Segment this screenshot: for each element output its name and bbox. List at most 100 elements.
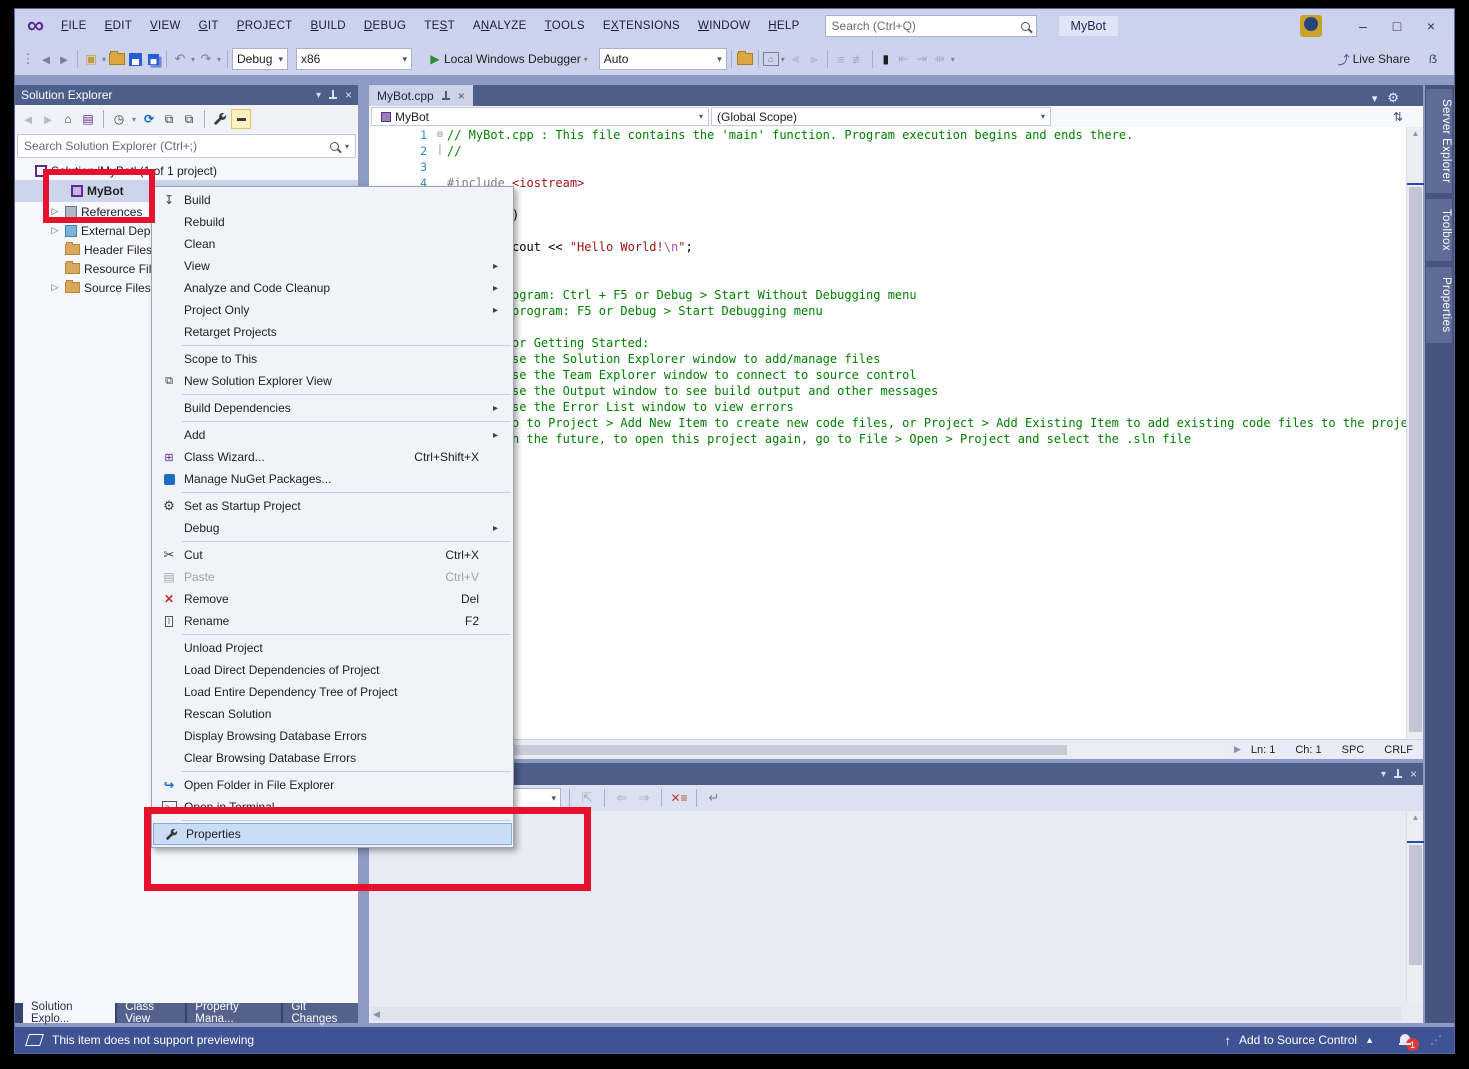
se-show-all-files-icon[interactable]: ⧉	[180, 110, 198, 128]
comment-icon[interactable]: ≡	[832, 50, 850, 68]
pin-icon[interactable]	[329, 90, 337, 100]
line-indent-decrease-icon[interactable]: ⫷	[787, 50, 805, 68]
redo-icon[interactable]: ↷	[197, 50, 215, 68]
panel-tab-git-changes[interactable]: Git Changes	[283, 1003, 358, 1023]
context-menu-item-view[interactable]: View▸	[152, 255, 513, 277]
se-sync-icon[interactable]: ⟳	[140, 110, 158, 128]
output-pin-icon[interactable]	[1394, 769, 1402, 779]
start-debugging-icon[interactable]: ▶	[426, 50, 444, 68]
nav-scope-combo[interactable]: (Global Scope) ▾	[711, 107, 1051, 126]
notifications-bell-icon[interactable]: 1	[1398, 1033, 1412, 1047]
se-search-dropdown[interactable]: ▾	[345, 142, 349, 151]
se-home-icon[interactable]: ⌂	[59, 110, 77, 128]
editor-vertical-scrollbar[interactable]: ▲	[1406, 127, 1423, 739]
quick-search-input[interactable]: Search (Ctrl+Q)	[825, 15, 1037, 37]
context-menu-item-set-as-startup-project[interactable]: ⚙Set as Startup Project	[152, 495, 513, 517]
line-indent-increase-icon[interactable]: ⫸	[805, 50, 823, 68]
menubar-item-tools[interactable]: TOOLS	[536, 16, 594, 36]
navigate-forward-icon[interactable]: ►	[55, 50, 73, 68]
close-button[interactable]: ×	[1414, 13, 1448, 39]
next-message-icon[interactable]: ⇒	[635, 789, 653, 807]
save-all-icon[interactable]	[144, 50, 162, 68]
configuration-combo[interactable]: Debug▾	[232, 48, 288, 70]
find-in-files-icon[interactable]	[736, 50, 754, 68]
se-properties-wrench-icon[interactable]	[211, 110, 229, 128]
previous-bookmark-icon[interactable]: ⇤	[895, 50, 913, 68]
context-menu-item-clean[interactable]: Clean	[152, 233, 513, 255]
open-file-icon[interactable]	[108, 50, 126, 68]
menubar-item-analyze[interactable]: ANALYZE	[464, 16, 536, 36]
code-editor[interactable]: 1⊟// MyBot.cpp : This file contains the …	[369, 127, 1406, 739]
redo-dropdown[interactable]: ▾	[215, 50, 223, 68]
context-menu-item-open-folder-in-file-explorer[interactable]: ↪Open Folder in File Explorer	[152, 774, 513, 796]
goto-message-icon[interactable]: ⇱	[578, 789, 596, 807]
hscroll-right-arrow-icon[interactable]: ▶	[1234, 744, 1241, 755]
scroll-up-arrow-icon[interactable]: ▲	[1407, 127, 1424, 141]
editor-horizontal-scrollbar[interactable]	[495, 744, 1226, 756]
menubar-item-git[interactable]: GIT	[190, 16, 228, 36]
context-menu-item-debug[interactable]: Debug▸	[152, 517, 513, 539]
menubar-item-help[interactable]: HELP	[759, 16, 808, 36]
se-collapse-all-icon[interactable]: ⧉	[160, 110, 178, 128]
menubar-item-project[interactable]: PROJECT	[228, 16, 302, 36]
context-menu-item-paste[interactable]: ▤PasteCtrl+V	[152, 566, 513, 588]
output-vertical-scrollbar[interactable]: ▲	[1406, 811, 1423, 1003]
new-project-dropdown[interactable]: ▾	[100, 50, 108, 68]
se-pending-changes-filter-icon[interactable]: ◷	[110, 110, 128, 128]
live-share-label[interactable]: Live Share	[1353, 52, 1410, 66]
auto-combo[interactable]: Auto▾	[599, 48, 727, 70]
user-avatar[interactable]	[1300, 15, 1322, 37]
se-back-icon[interactable]: ◄	[19, 110, 37, 128]
toolbar-overflow-dropdown[interactable]: ▾	[779, 50, 787, 68]
document-tab-mybot-cpp[interactable]: MyBot.cpp ×	[369, 85, 473, 106]
menubar-item-file[interactable]: FILE	[52, 16, 96, 36]
debugger-target-dropdown[interactable]: ▾	[581, 50, 591, 68]
context-menu-item-rename[interactable]: IRenameF2	[152, 610, 513, 632]
context-menu-item-retarget-projects[interactable]: Retarget Projects	[152, 321, 513, 343]
context-menu-item-project-only[interactable]: Project Only▸	[152, 299, 513, 321]
editor-scrollbar-thumb[interactable]	[1409, 187, 1422, 732]
resize-grip[interactable]: ⋰	[1430, 1033, 1442, 1047]
output-hscroll-left-icon[interactable]: ◀	[373, 1009, 380, 1020]
context-menu-item-new-solution-explorer-view[interactable]: ⧉New Solution Explorer View	[152, 370, 513, 392]
word-wrap-icon[interactable]: ↵	[705, 789, 723, 807]
hscroll-thumb[interactable]	[507, 745, 1067, 755]
context-menu-item-clear-browsing-database-errors[interactable]: Clear Browsing Database Errors	[152, 747, 513, 769]
context-menu-item-analyze-and-code-cleanup[interactable]: Analyze and Code Cleanup▸	[152, 277, 513, 299]
menubar-item-extensions[interactable]: EXTENSIONS	[594, 16, 689, 36]
se-switch-views-icon[interactable]: ▤	[79, 110, 97, 128]
editor-settings-gear-icon[interactable]: ⚙	[1387, 90, 1399, 106]
undo-dropdown[interactable]: ▾	[189, 50, 197, 68]
menubar-item-view[interactable]: VIEW	[141, 16, 190, 36]
menubar-item-window[interactable]: WINDOW	[689, 16, 759, 36]
panel-tab-property-mana-[interactable]: Property Mana...	[187, 1003, 281, 1023]
side-tab-server-explorer[interactable]: Server Explorer	[1426, 89, 1452, 193]
bookmark-icon[interactable]: ▮	[877, 50, 895, 68]
menubar-item-test[interactable]: TEST	[415, 16, 464, 36]
maximize-button[interactable]: □	[1380, 13, 1414, 39]
panel-tab-solution-explo-[interactable]: Solution Explo...	[23, 1003, 115, 1023]
platform-combo[interactable]: x86▾	[296, 48, 412, 70]
menubar-item-debug[interactable]: DEBUG	[355, 16, 415, 36]
context-menu-item-build-dependencies[interactable]: Build Dependencies▸	[152, 397, 513, 419]
menubar-item-build[interactable]: BUILD	[302, 16, 355, 36]
context-menu-item-display-browsing-database-errors[interactable]: Display Browsing Database Errors	[152, 725, 513, 747]
context-menu-item-class-wizard-[interactable]: ⊞Class Wizard...Ctrl+Shift+X	[152, 446, 513, 468]
output-horizontal-scrollbar[interactable]: ◀	[371, 1007, 1401, 1021]
previous-message-icon[interactable]: ⇐	[613, 789, 631, 807]
output-close-icon[interactable]: ×	[1410, 767, 1417, 781]
tab-list-chevron-icon[interactable]: ▾	[1372, 92, 1378, 105]
panel-close-icon[interactable]: ×	[345, 88, 352, 102]
menubar-item-edit[interactable]: EDIT	[96, 16, 141, 36]
feedback-icon[interactable]: ẞ	[1424, 50, 1442, 68]
solution-explorer-search-input[interactable]: Search Solution Explorer (Ctrl+;) ▾	[17, 134, 356, 158]
context-menu-item-build[interactable]: ↧Build	[152, 189, 513, 211]
output-scroll-up-icon[interactable]: ▲	[1407, 811, 1424, 825]
source-control-chevron-icon[interactable]: ▲	[1365, 1035, 1374, 1045]
nav-project-combo[interactable]: MyBot ▾	[371, 107, 709, 126]
live-share-icon[interactable]: ⤴	[1335, 50, 1353, 68]
context-menu-item-rebuild[interactable]: Rebuild	[152, 211, 513, 233]
context-menu-item-manage-nuget-packages-[interactable]: Manage NuGet Packages...	[152, 468, 513, 490]
panel-tab-class-view[interactable]: Class View	[117, 1003, 185, 1023]
context-menu-item-load-entire-dependency-tree-of-project[interactable]: Load Entire Dependency Tree of Project	[152, 681, 513, 703]
